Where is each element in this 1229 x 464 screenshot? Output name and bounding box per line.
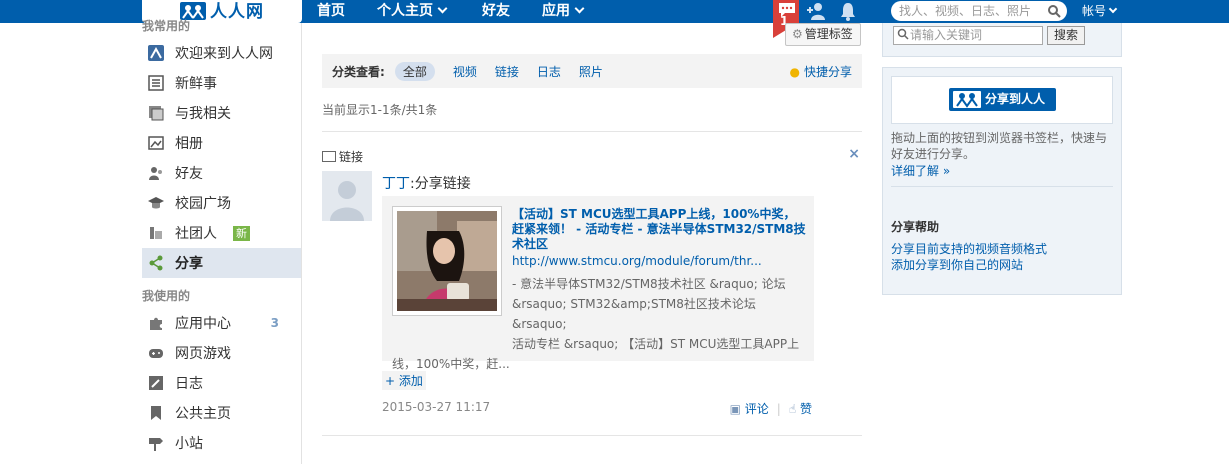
link-type-icon xyxy=(322,151,336,162)
sidebar-item-web-games[interactable]: 网页游戏 xyxy=(142,338,301,368)
shared-link-card: 【活动】ST MCU选型工具APP上线，100%中奖，赶紧来领！ - 活动专栏 … xyxy=(382,196,814,371)
divider xyxy=(322,131,862,132)
feed-author-line: 丁丁:分享链接 xyxy=(382,173,471,193)
filter-video[interactable]: 视频 xyxy=(453,63,477,80)
filter-label: 分类查看: xyxy=(332,64,385,79)
renren-logo-icon xyxy=(953,91,981,108)
like-button[interactable]: ☝ 赞 xyxy=(789,402,812,416)
album-icon xyxy=(147,134,165,152)
avatar[interactable] xyxy=(322,171,372,221)
result-range-text: 当前显示1-1条/共1条 xyxy=(322,103,438,117)
link-description: - 意法半导体STM32/STM8技术社区 &raquo; 论坛 &rsaquo… xyxy=(392,277,800,371)
feed-type-label: 链接 xyxy=(322,148,363,165)
filter-photo[interactable]: 照片 xyxy=(579,63,603,80)
filter-journal[interactable]: 日志 xyxy=(537,63,561,80)
share-search-input[interactable]: 请输入关键词 xyxy=(893,26,1043,45)
friends-icon xyxy=(147,164,165,182)
category-filter-bar: 分类查看: 全部 视频 链接 日志 照片 ● 快捷分享 xyxy=(322,54,862,88)
sidebar-item-station[interactable]: 小站 xyxy=(142,428,301,458)
share-search-button[interactable]: 搜索 xyxy=(1047,26,1085,45)
gamepad-icon xyxy=(147,344,165,362)
nav-friends[interactable]: 好友 xyxy=(482,0,510,23)
sidebar-item-club[interactable]: 社团人 新 xyxy=(142,218,301,248)
share-button-container: 分享到人人 xyxy=(891,76,1113,124)
share-tool-panel: 分享到人人 拖动上面的按钮到浏览器书签栏，快速与好友进行分享。 详细了解 » 分… xyxy=(882,67,1122,295)
help-link-formats[interactable]: 分享目前支持的视频音频格式 xyxy=(891,240,1047,257)
add-friend-icon[interactable] xyxy=(806,1,826,21)
share-tool-description: 拖动上面的按钮到浏览器书签栏，快速与好友进行分享。 xyxy=(891,131,1108,161)
link-title[interactable]: 【活动】ST MCU选型工具APP上线，100%中奖，赶紧来领！ - 活动专栏 … xyxy=(512,207,807,252)
feed-timestamp: 2015-03-27 11:17 xyxy=(382,400,491,414)
news-icon xyxy=(147,74,165,92)
chevron-down-icon xyxy=(574,3,585,14)
filter-all[interactable]: 全部 xyxy=(394,61,435,81)
nav-home[interactable]: 首页 xyxy=(317,0,345,23)
nav-apps[interactable]: 应用 xyxy=(542,0,585,23)
bell-icon[interactable] xyxy=(838,1,858,21)
sidebar-item-related[interactable]: 与我相关 xyxy=(142,98,301,128)
campus-icon xyxy=(147,194,165,212)
logo-text: 人人网 xyxy=(210,2,264,22)
quick-share-link[interactable]: ● 快捷分享 xyxy=(790,63,853,80)
sidebar-item-public-page[interactable]: 公共主页 xyxy=(142,398,301,428)
help-link-add-share[interactable]: 添加分享到你自己的网站 xyxy=(891,256,1023,273)
help-title: 分享帮助 xyxy=(891,220,940,234)
chevron-down-icon xyxy=(437,3,448,14)
search-icon xyxy=(897,28,909,40)
sidebar-item-share[interactable]: 分享 xyxy=(142,248,301,278)
section-header-frequent: 我常用的 xyxy=(142,19,191,33)
action-text: :分享链接 xyxy=(410,176,471,192)
section-header-using: 我使用的 xyxy=(142,289,191,303)
divider xyxy=(322,435,862,436)
sidebar-item-app-center[interactable]: 应用中心 3 xyxy=(142,308,301,338)
sidebar-item-friends[interactable]: 好友 xyxy=(142,158,301,188)
puzzle-icon xyxy=(147,314,165,332)
feed-actions: ▣ 评论 | ☝ 赞 xyxy=(729,402,812,416)
sidebar-item-campus[interactable]: 校园广场 xyxy=(142,188,301,218)
related-icon xyxy=(147,104,165,122)
learn-more-link[interactable]: 详细了解 » xyxy=(891,162,950,179)
divider xyxy=(891,186,1113,187)
new-badge: 新 xyxy=(233,225,250,241)
sidebar-item-welcome[interactable]: 欢迎来到人人网 xyxy=(142,38,301,68)
lightbulb-icon: ● xyxy=(789,65,800,79)
share-to-renren-button[interactable]: 分享到人人 xyxy=(949,88,1056,111)
global-search-input[interactable]: 找人、视频、日志、照片 xyxy=(891,1,1067,21)
comment-button[interactable]: ▣ 评论 xyxy=(730,402,769,416)
left-sidebar: 我常用的 欢迎来到人人网 新鲜事 与我相关 相册 好友 校园广场 社团人 新 分… xyxy=(142,19,302,464)
journal-icon xyxy=(147,374,165,392)
bookmark-icon xyxy=(147,404,165,422)
close-icon[interactable]: × xyxy=(848,146,860,162)
app-count-badge: 3 xyxy=(270,316,279,330)
club-icon xyxy=(147,224,165,242)
manage-tags-button[interactable]: 管理标签 xyxy=(785,23,861,46)
sidebar-item-journal[interactable]: 日志 xyxy=(142,368,301,398)
signpost-icon xyxy=(147,434,165,452)
search-icon[interactable] xyxy=(1047,4,1061,18)
main-content: 管理标签 分类查看: 全部 视频 链接 日志 照片 ●快捷分享 当前显示1-1条… xyxy=(322,23,862,464)
share-search-box: 请输入关键词 搜索 xyxy=(882,23,1122,57)
sidebar-item-news[interactable]: 新鲜事 xyxy=(142,68,301,98)
chevron-down-icon xyxy=(1108,4,1118,14)
link-url[interactable]: http://www.stmcu.org/module/forum/thr... xyxy=(512,254,762,268)
share-icon xyxy=(147,254,165,272)
sidebar-item-album[interactable]: 相册 xyxy=(142,128,301,158)
account-menu[interactable]: 帐号 xyxy=(1082,0,1118,23)
comment-icon: ▣ xyxy=(729,402,741,416)
filter-link[interactable]: 链接 xyxy=(495,63,519,80)
nav-profile[interactable]: 个人主页 xyxy=(377,0,448,23)
author-name-link[interactable]: 丁丁 xyxy=(382,176,410,192)
add-tag-button[interactable]: + 添加 xyxy=(382,371,426,390)
thumbs-up-icon: ☝ xyxy=(788,402,797,416)
renren-logo-icon xyxy=(147,44,165,62)
